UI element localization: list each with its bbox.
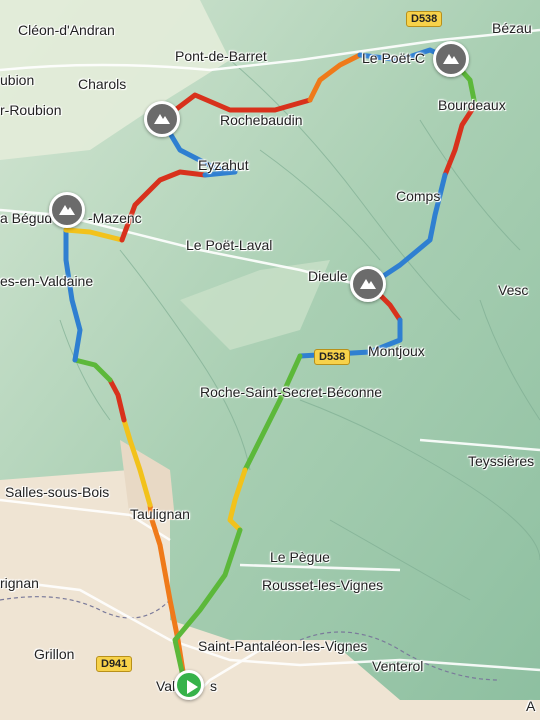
place-grignan: rignan [0,575,39,591]
place-la-begude: a Bégud [0,210,53,226]
place-dieulefit: Dieule [308,268,348,284]
place-corner-a: A [526,698,536,714]
place-rochebaudin: Rochebaudin [220,112,303,128]
summit-marker-dieulefit[interactable] [350,266,386,302]
place-grillon: Grillon [34,646,75,662]
start-flag-icon [187,680,198,694]
road-badge-d941: D941 [96,656,133,672]
summit-marker-mazenc[interactable] [49,192,85,228]
place-salles-sous-bois: Salles-sous-Bois [5,484,110,500]
place-valreas-tail: s [210,678,217,694]
summit-icon [154,114,170,124]
place-roche-st-secret: Roche-Saint-Secret-Béconne [200,384,383,400]
place-taulignan: Taulignan [130,506,190,522]
place-montjoux: Montjoux [368,343,425,359]
place-rousset-les-vignes: Rousset-les-Vignes [262,577,384,593]
summit-marker-eyzahut[interactable] [144,101,180,137]
place-le-poet-laval: Le Poët-Laval [186,237,273,253]
place-bourdeaux: Bourdeaux [438,97,506,113]
place-bezaudun: Bézau [492,20,532,36]
place-roubion-1: ubion [0,72,35,88]
place-pont-de-barret: Pont-de-Barret [175,48,267,64]
start-marker[interactable] [174,670,204,700]
place-valdaine: es-en-Valdaine [0,273,94,289]
place-eyzahut: Eyzahut [198,157,249,173]
summit-icon [443,54,459,64]
summit-marker-poet-celard[interactable] [433,41,469,77]
summit-icon [59,205,75,215]
place-vesc: Vesc [498,282,529,298]
place-teyssieres: Teyssières [468,453,535,469]
place-st-pantaleon: Saint-Pantaléon-les-Vignes [198,638,368,654]
place-cleon-dandran: Cléon-d'Andran [18,22,115,38]
place-le-pegue: Le Pègue [270,549,330,565]
place-comps: Comps [396,188,441,204]
place-venterol: Venterol [372,658,424,674]
place-le-poet-celard: Le Poët-C [362,50,426,66]
road-badge-d538-north: D538 [406,11,443,27]
place-valreas: Val [156,678,176,694]
place-charols: Charols [78,76,127,92]
place-mazenc: -Mazenc [88,210,142,226]
road-badge-d538-south: D538 [314,349,351,365]
summit-icon [360,279,376,289]
place-roubion-2: r-Roubion [0,102,62,118]
